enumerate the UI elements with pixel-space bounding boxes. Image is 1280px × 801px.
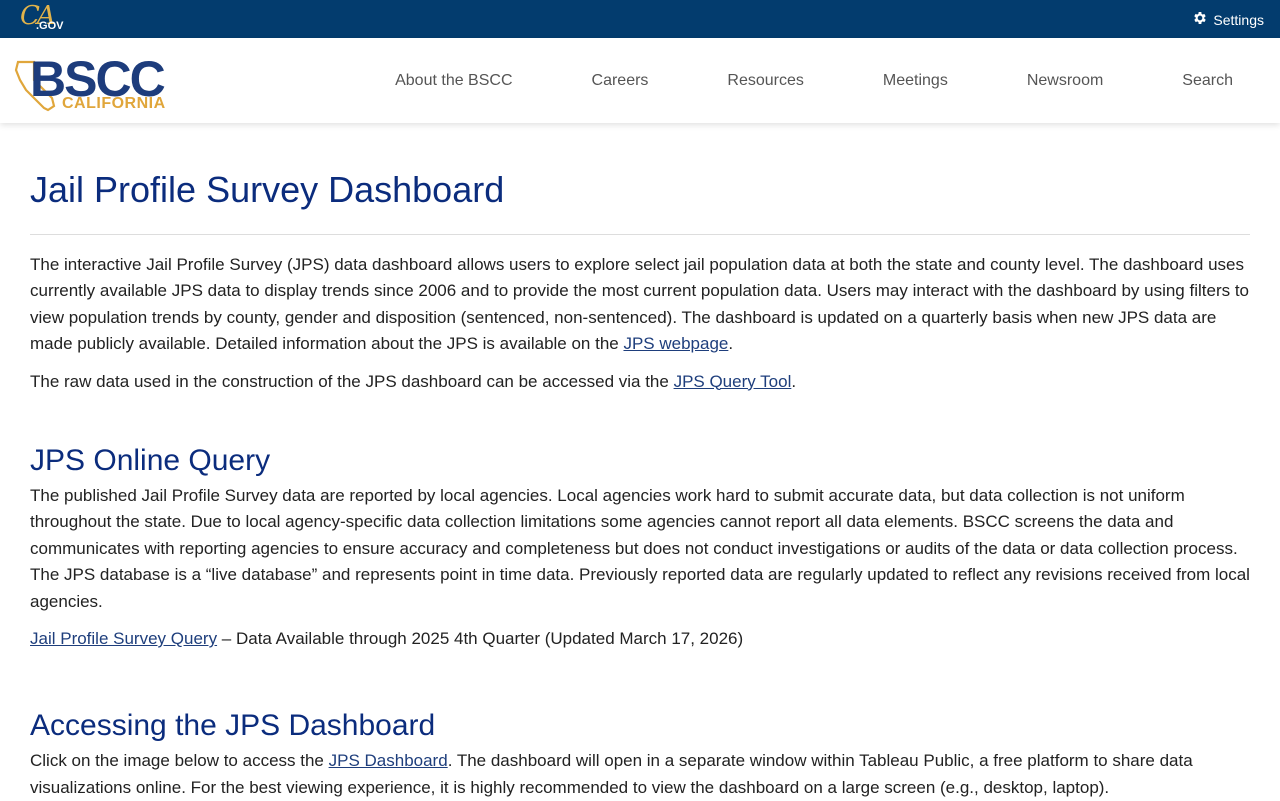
page-title: Jail Profile Survey Dashboard [30,169,505,210]
accessing-dashboard-body: Click on the image below to access the J… [30,748,1250,801]
query-link-paragraph: Jail Profile Survey Query – Data Availab… [30,626,1250,652]
jps-dashboard-link[interactable]: JPS Dashboard [329,751,448,770]
main-nav: About the BSCC Careers Resources Meeting… [395,38,1233,123]
main-content: Jail Profile Survey Dashboard The intera… [0,168,1280,801]
raw-data-paragraph: The raw data used in the construction of… [30,369,1250,395]
gear-icon [1192,10,1208,29]
ca-gov-logo[interactable]: CA .GOV [18,1,68,35]
online-query-section: JPS Online Query The published Jail Prof… [30,442,1250,652]
online-query-heading: JPS Online Query [30,444,271,478]
accessing-dashboard-heading: Accessing the JPS Dashboard [30,709,436,743]
accessing-dashboard-section: Accessing the JPS Dashboard Click on the… [30,707,1250,801]
jail-profile-survey-query-link[interactable]: Jail Profile Survey Query [30,629,217,648]
online-query-body: The published Jail Profile Survey data a… [30,486,1250,611]
utility-bar: CA .GOV Settings [0,0,1280,38]
settings-label: Settings [1213,11,1264,28]
raw-data-text: The raw data used in the construction of… [30,371,674,391]
nav-meetings[interactable]: Meetings [883,72,948,90]
nav-careers[interactable]: Careers [592,72,649,90]
nav-search[interactable]: Search [1182,72,1233,90]
brand-subtitle: CALIFORNIA [62,95,166,112]
nav-newsroom[interactable]: Newsroom [1027,72,1103,90]
access-text-start: Click on the image below to access the [30,751,329,771]
query-availability-text: – Data Available through 2025 4th Quarte… [217,629,744,649]
jps-query-tool-link[interactable]: JPS Query Tool [674,372,792,391]
title-divider [30,234,1250,235]
intro-paragraph: The interactive Jail Profile Survey (JPS… [30,252,1250,358]
site-header: BSCC CALIFORNIA About the BSCC Careers R… [0,38,1280,123]
ca-logo-gov: .GOV [36,20,64,32]
raw-data-period: . [791,371,797,391]
nav-resources[interactable]: Resources [727,72,803,90]
bscc-logo[interactable]: BSCC CALIFORNIA [14,51,184,116]
nav-about[interactable]: About the BSCC [395,72,512,90]
jps-webpage-link[interactable]: JPS webpage [623,334,728,353]
settings-button[interactable]: Settings [1192,10,1264,29]
intro-period: . [728,334,734,354]
